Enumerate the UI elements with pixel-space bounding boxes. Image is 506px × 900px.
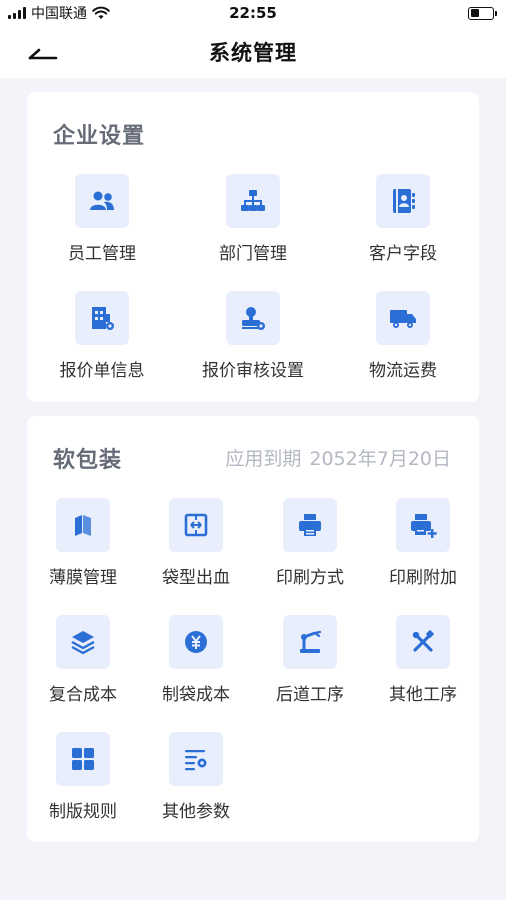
item-label: 客户字段 <box>369 244 437 264</box>
robot-arm-icon <box>283 615 337 669</box>
item-label: 袋型出血 <box>162 568 230 588</box>
bag-making-cost-item[interactable]: 制袋成本 <box>136 615 256 705</box>
status-bar: 中国联通 22:55 <box>0 0 506 26</box>
item-label: 制袋成本 <box>162 685 230 705</box>
item-label: 后道工序 <box>276 685 344 705</box>
contact-book-icon <box>376 174 430 228</box>
print-extra-item[interactable]: 印刷附加 <box>363 498 483 588</box>
signal-icon <box>8 7 26 19</box>
other-params-item[interactable]: 其他参数 <box>136 732 256 822</box>
quote-approval-settings-item[interactable]: 报价审核设置 <box>193 291 313 381</box>
film-management-item[interactable]: 薄膜管理 <box>23 498 143 588</box>
carrier-name: 中国联通 <box>31 6 87 22</box>
printer-plus-icon <box>396 498 450 552</box>
back-arrow-icon[interactable] <box>26 36 62 68</box>
truck-icon <box>376 291 430 345</box>
tools-icon <box>396 615 450 669</box>
item-label: 报价单信息 <box>59 361 145 381</box>
expiry-info: 应用到期 2052年7月20日 <box>225 444 451 471</box>
item-label: 其他参数 <box>162 802 230 822</box>
printer-icon <box>283 498 337 552</box>
item-label: 印刷方式 <box>276 568 344 588</box>
plate-rules-item[interactable]: 制版规则 <box>23 732 143 822</box>
bag-bleed-icon <box>169 498 223 552</box>
item-label: 印刷附加 <box>389 568 457 588</box>
item-label: 薄膜管理 <box>49 568 117 588</box>
film-icon <box>56 498 110 552</box>
yen-coin-icon <box>169 615 223 669</box>
other-process-item[interactable]: 其他工序 <box>363 615 483 705</box>
employee-management-item[interactable]: 员工管理 <box>42 174 162 264</box>
item-label: 部门管理 <box>219 244 287 264</box>
page-title: 系统管理 <box>209 41 297 65</box>
battery-icon <box>468 6 497 20</box>
item-label: 制版规则 <box>49 802 117 822</box>
customer-fields-item[interactable]: 客户字段 <box>343 174 463 264</box>
quote-info-item[interactable]: 报价单信息 <box>42 291 162 381</box>
grid-icon <box>56 732 110 786</box>
bag-bleed-item[interactable]: 袋型出血 <box>136 498 256 588</box>
layers-icon <box>56 615 110 669</box>
item-label: 其他工序 <box>389 685 457 705</box>
section-title: 软包装 <box>53 448 123 473</box>
expiry-date: 2052年7月20日 <box>309 448 451 470</box>
department-management-item[interactable]: 部门管理 <box>193 174 313 264</box>
logistics-freight-item[interactable]: 物流运费 <box>343 291 463 381</box>
org-chart-icon <box>226 174 280 228</box>
item-label: 报价审核设置 <box>202 361 304 381</box>
post-process-item[interactable]: 后道工序 <box>250 615 370 705</box>
soft-packaging-card: 软包装 应用到期 2052年7月20日 薄膜管理 袋型出血 印刷方式 印刷附加 复… <box>27 416 479 842</box>
stamp-gear-icon <box>226 291 280 345</box>
print-method-item[interactable]: 印刷方式 <box>250 498 370 588</box>
enterprise-settings-card: 企业设置 员工管理 部门管理 客户字段 报价单信息 报价审核设置 物流运费 <box>27 92 479 402</box>
expiry-label: 应用到期 <box>225 448 302 470</box>
item-label: 物流运费 <box>369 361 437 381</box>
list-gear-icon <box>169 732 223 786</box>
item-label: 复合成本 <box>49 685 117 705</box>
nav-bar: 系统管理 <box>0 26 506 78</box>
lamination-cost-item[interactable]: 复合成本 <box>23 615 143 705</box>
wifi-icon <box>92 6 110 19</box>
item-label: 员工管理 <box>68 244 136 264</box>
building-gear-icon <box>75 291 129 345</box>
section-title: 企业设置 <box>53 124 146 149</box>
users-icon <box>75 174 129 228</box>
